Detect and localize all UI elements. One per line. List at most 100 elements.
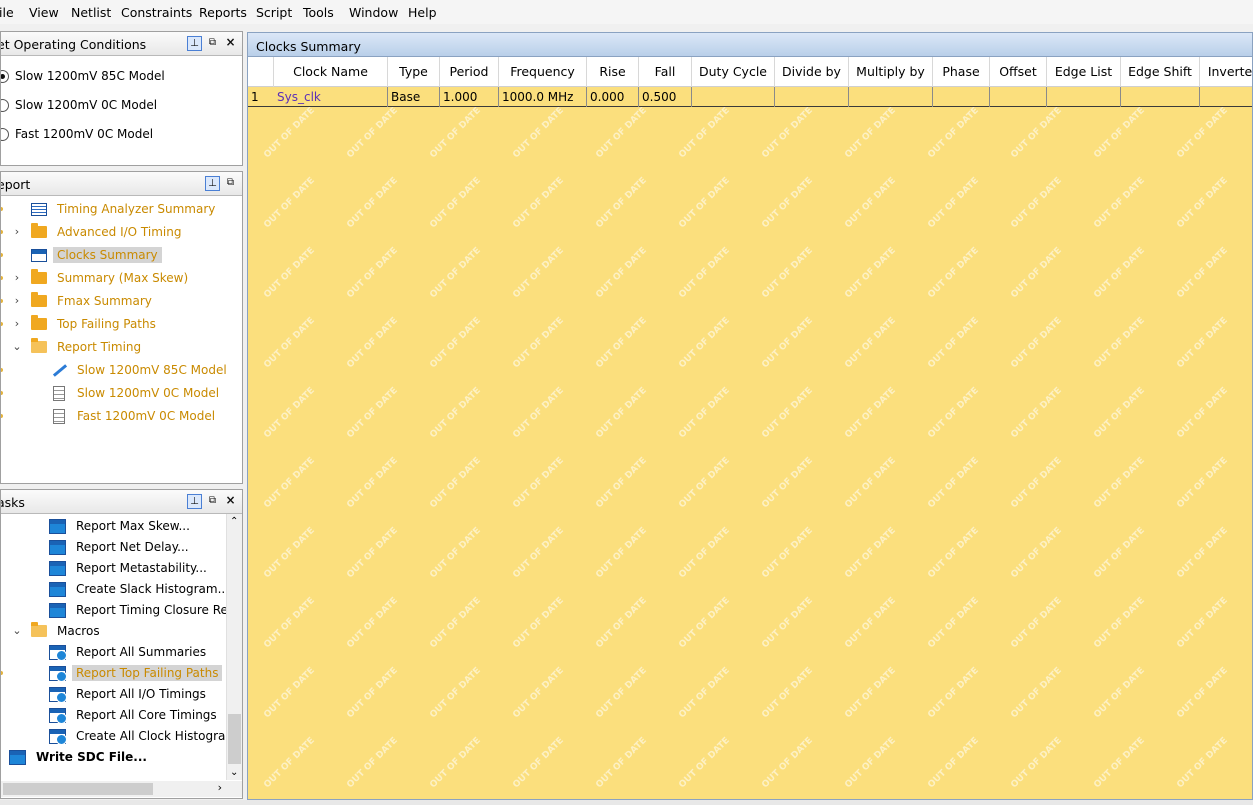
menu-file[interactable]: ile xyxy=(0,5,14,20)
report-item-slow-0c[interactable]: Slow 1200mV 0C Model xyxy=(51,383,223,403)
column-header[interactable]: Divide by xyxy=(775,57,849,87)
status-bar xyxy=(0,800,1253,805)
task-create-all-clock-histograms[interactable]: Create All Clock Histograms xyxy=(49,726,242,746)
report-item-advanced-io-timing[interactable]: Advanced I/O Timing xyxy=(31,222,185,242)
pin-icon[interactable]: ⊥ xyxy=(205,176,220,191)
menu-tools[interactable]: Tools xyxy=(303,5,334,20)
task-report-max-skew[interactable]: Report Max Skew... xyxy=(49,516,194,536)
float-icon[interactable]: ⧉ xyxy=(205,494,220,509)
report-item-top-failing-paths[interactable]: Top Failing Paths xyxy=(31,314,160,334)
report-item-slow-85c[interactable]: Slow 1200mV 85C Model xyxy=(51,360,231,380)
float-icon[interactable]: ⧉ xyxy=(223,176,238,191)
menu-window[interactable]: Window xyxy=(349,5,398,20)
out-of-date-watermark: OUT OF DATE xyxy=(262,525,317,581)
radio-slow-0c[interactable]: Slow 1200mV 0C Model xyxy=(1,95,157,115)
task-report-net-delay[interactable]: Report Net Delay... xyxy=(49,537,193,557)
menu-netlist[interactable]: Netlist xyxy=(71,5,111,20)
out-of-date-watermark: OUT OF DATE xyxy=(1009,105,1064,161)
float-icon[interactable]: ⧉ xyxy=(205,36,220,51)
column-header[interactable]: Clock Name xyxy=(274,57,388,87)
close-icon[interactable]: × xyxy=(223,36,238,51)
chevron-right-icon[interactable]: › xyxy=(11,294,23,307)
task-report-all-summaries[interactable]: Report All Summaries xyxy=(49,642,210,662)
menu-constraints[interactable]: Constraints xyxy=(121,5,192,20)
task-report-timing-closure[interactable]: Report Timing Closure Recor xyxy=(49,600,242,620)
close-icon[interactable]: × xyxy=(223,494,238,509)
chevron-down-icon[interactable]: ⌄ xyxy=(11,624,23,637)
panel-header: asks ⊥ ⧉ × xyxy=(1,490,242,514)
out-of-date-watermark: OUT OF DATE xyxy=(677,595,732,651)
out-of-date-watermark: OUT OF DATE xyxy=(926,455,981,511)
report-item-label: Fmax Summary xyxy=(57,294,152,308)
radio-fast-0c[interactable]: Fast 1200mV 0C Model xyxy=(1,124,153,144)
cell-clock-name[interactable]: Sys_clk xyxy=(274,87,388,107)
task-report-all-io-timings[interactable]: Report All I/O Timings xyxy=(49,684,210,704)
column-header[interactable]: Phase xyxy=(933,57,990,87)
chevron-right-icon[interactable]: › xyxy=(11,271,23,284)
out-of-date-watermark: OUT OF DATE xyxy=(926,245,981,301)
radio-selected-icon[interactable] xyxy=(1,69,9,83)
tasks-vertical-scrollbar[interactable]: ⌃ ⌄ xyxy=(226,514,242,780)
task-write-sdc-file[interactable]: Write SDC File... xyxy=(9,747,151,767)
report-item-fmax-summary[interactable]: Fmax Summary xyxy=(31,291,156,311)
column-header[interactable]: Duty Cycle xyxy=(692,57,775,87)
out-of-date-watermark: OUT OF DATE xyxy=(428,385,483,441)
column-header[interactable]: Inverted xyxy=(1200,57,1252,87)
chevron-right-icon[interactable]: › xyxy=(11,317,23,330)
radio-icon[interactable] xyxy=(1,98,9,112)
menu-script[interactable]: Script xyxy=(256,5,292,20)
out-of-date-watermark: OUT OF DATE xyxy=(760,665,815,721)
out-of-date-watermark: OUT OF DATE xyxy=(760,315,815,371)
column-header[interactable]: Frequency xyxy=(499,57,587,87)
cell-edge-shift xyxy=(1121,87,1200,107)
menu-reports[interactable]: Reports xyxy=(199,5,247,20)
column-header[interactable]: Fall xyxy=(639,57,692,87)
out-of-date-watermark: OUT OF DATE xyxy=(677,315,732,371)
radio-slow-85c[interactable]: Slow 1200mV 85C Model xyxy=(1,66,165,86)
out-of-date-watermark: OUT OF DATE xyxy=(1092,315,1147,371)
pin-icon[interactable]: ⊥ xyxy=(187,36,202,51)
out-of-date-watermark: OUT OF DATE xyxy=(428,735,483,791)
scroll-up-icon[interactable]: ⌃ xyxy=(230,516,238,527)
report-item-clocks-summary[interactable]: Clocks Summary xyxy=(31,245,162,265)
scroll-thumb[interactable] xyxy=(3,783,153,795)
chevron-right-icon[interactable]: › xyxy=(11,225,23,238)
column-header[interactable]: Edge Shift xyxy=(1121,57,1200,87)
column-header[interactable]: Rise xyxy=(587,57,639,87)
status-dot xyxy=(1,391,3,395)
column-header[interactable]: Offset xyxy=(990,57,1047,87)
column-header[interactable]: Period xyxy=(440,57,499,87)
report-item-summary-max-skew[interactable]: Summary (Max Skew) xyxy=(31,268,192,288)
out-of-date-watermark: OUT OF DATE xyxy=(511,595,566,651)
table-icon xyxy=(31,248,47,262)
tasks-horizontal-scrollbar[interactable]: › xyxy=(1,781,242,797)
task-report-all-core-timings[interactable]: Report All Core Timings xyxy=(49,705,221,725)
report-item-report-timing[interactable]: Report Timing xyxy=(31,337,145,357)
menu-view[interactable]: View xyxy=(29,5,59,20)
out-of-date-watermark: OUT OF DATE xyxy=(345,735,400,791)
scroll-right-icon[interactable]: › xyxy=(218,781,222,794)
radio-label: Fast 1200mV 0C Model xyxy=(15,127,154,141)
task-folder-macros[interactable]: Macros xyxy=(31,621,104,641)
column-header[interactable]: Multiply by xyxy=(849,57,933,87)
table-row[interactable]: 1 Sys_clk Base 1.000 1000.0 MHz 0.000 0.… xyxy=(248,87,1252,107)
panel-header: eport ⊥ ⧉ xyxy=(1,172,242,196)
report-item-fast-0c[interactable]: Fast 1200mV 0C Model xyxy=(51,406,219,426)
radio-icon[interactable] xyxy=(1,127,9,141)
status-dot xyxy=(1,368,3,372)
column-header[interactable]: Edge List xyxy=(1047,57,1121,87)
menu-help[interactable]: Help xyxy=(408,5,437,20)
page-title: Clocks Summary xyxy=(256,39,361,54)
chevron-down-icon[interactable]: ⌄ xyxy=(11,340,23,353)
task-create-slack-histogram[interactable]: Create Slack Histogram... xyxy=(49,579,233,599)
column-header[interactable]: Type xyxy=(388,57,440,87)
report-item-timing-analyzer-summary[interactable]: Timing Analyzer Summary xyxy=(31,199,219,219)
task-report-top-failing-paths[interactable]: Report Top Failing Paths xyxy=(49,663,223,683)
out-of-date-watermark: OUT OF DATE xyxy=(262,245,317,301)
scroll-down-icon[interactable]: ⌄ xyxy=(230,767,238,778)
scroll-thumb[interactable] xyxy=(228,714,241,764)
task-label: Create Slack Histogram... xyxy=(76,582,230,596)
out-of-date-watermark: OUT OF DATE xyxy=(511,315,566,371)
task-report-metastability[interactable]: Report Metastability... xyxy=(49,558,211,578)
pin-icon[interactable]: ⊥ xyxy=(187,494,202,509)
